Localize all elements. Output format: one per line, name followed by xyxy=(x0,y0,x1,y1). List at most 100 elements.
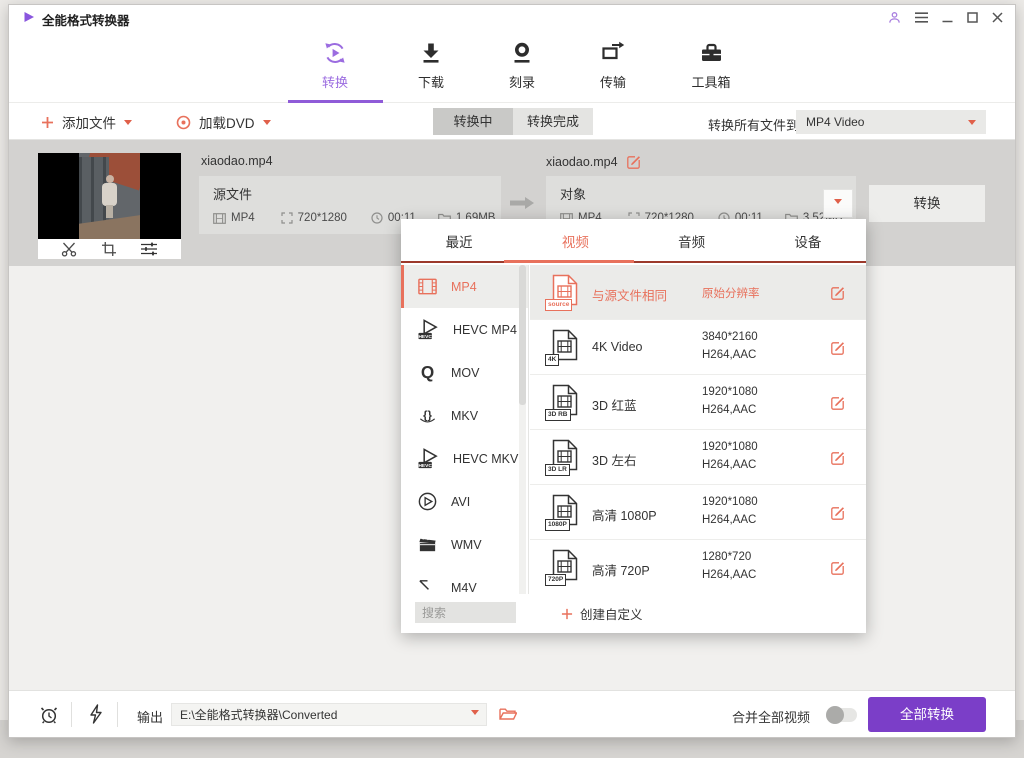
format-item-mov[interactable]: Q MOV xyxy=(401,351,528,394)
format-item-wmv[interactable]: WMV xyxy=(401,523,528,566)
convert-all-button[interactable]: 全部转换 xyxy=(868,697,986,732)
toolbar: 添加文件 加载DVD 转换中 转换完成 转换所有文件到: MP4 Video xyxy=(9,103,1015,140)
thumbnail-image xyxy=(38,153,181,239)
output-label: 输出 xyxy=(137,707,163,726)
preset-resolution: 3840*2160 xyxy=(702,331,758,343)
create-custom-button[interactable]: 创建自定义 xyxy=(561,604,643,623)
preset-codec: H264,AAC xyxy=(702,569,756,581)
nav-label: 传输 xyxy=(600,72,626,91)
format-dropdown-button[interactable] xyxy=(823,189,853,218)
trim-scissors-icon[interactable] xyxy=(61,242,78,257)
preset-codec: H264,AAC xyxy=(702,514,756,526)
preset-name: 与源文件相同 xyxy=(592,285,667,304)
format-item-hevc-mkv[interactable]: HEVC HEVC MKV xyxy=(401,437,528,480)
menu-icon[interactable] xyxy=(915,12,928,23)
nav-label: 下载 xyxy=(418,72,444,91)
create-custom-label: 创建自定义 xyxy=(580,604,643,623)
svg-text:{}: {} xyxy=(423,409,432,421)
add-file-button[interactable]: 添加文件 xyxy=(41,112,132,132)
clapperboard-icon xyxy=(417,534,438,555)
preset-file-icon: 4K xyxy=(549,329,579,365)
nav-tab-toolbox[interactable]: 工具箱 xyxy=(691,40,730,91)
load-dvd-button[interactable]: 加载DVD xyxy=(176,112,271,132)
app-title: 全能格式转换器 xyxy=(42,10,130,29)
panel-tab-audio[interactable]: 音频 xyxy=(634,219,750,263)
panel-tab-device[interactable]: 设备 xyxy=(750,219,866,263)
preset-hd-720p[interactable]: 720P 高清 720P 1280*720 H264,AAC xyxy=(530,540,866,594)
preset-3d-red-blue[interactable]: 3D RB 3D 红蓝 1920*1080 H264,AAC xyxy=(530,375,866,430)
edit-preset-icon[interactable] xyxy=(830,395,845,410)
nav-tab-burn[interactable]: 刻录 xyxy=(509,40,535,91)
preset-name: 3D 红蓝 xyxy=(592,395,636,414)
svg-text:HEVC: HEVC xyxy=(418,463,432,469)
nav-label: 转换 xyxy=(322,72,348,91)
source-format: MP4 xyxy=(213,212,255,224)
edit-preset-icon[interactable] xyxy=(830,340,845,355)
nav-tab-convert[interactable]: 转换 xyxy=(322,40,348,91)
edit-preset-icon[interactable] xyxy=(830,285,845,300)
tab-converting[interactable]: 转换中 xyxy=(433,108,513,135)
output-path-input[interactable] xyxy=(171,703,487,726)
chevron-down-icon xyxy=(263,120,271,129)
separator xyxy=(117,702,118,727)
minimize-icon[interactable] xyxy=(942,12,953,23)
format-item-mp4[interactable]: MP4 xyxy=(401,265,528,308)
account-icon[interactable] xyxy=(888,11,901,24)
preset-badge: 720P xyxy=(545,574,566,586)
source-file-name: xiaodao.mp4 xyxy=(201,154,273,168)
rename-edit-icon[interactable] xyxy=(626,154,641,169)
output-format-value: MP4 Video xyxy=(806,115,864,129)
arrow-right-icon xyxy=(509,196,535,210)
tab-finished[interactable]: 转换完成 xyxy=(513,108,593,135)
edit-preset-icon[interactable] xyxy=(830,450,845,465)
format-item-mkv[interactable]: {} MKV xyxy=(401,394,528,437)
high-speed-bolt-icon[interactable] xyxy=(89,704,103,724)
toggle-knob[interactable] xyxy=(826,706,844,724)
format-item-hevc-mp4[interactable]: HEVC HEVC MP4 xyxy=(401,308,528,351)
convert-icon xyxy=(322,40,348,66)
preset-file-icon: 3D RB xyxy=(549,384,579,420)
film-icon xyxy=(213,213,226,224)
output-path-field xyxy=(171,703,487,726)
panel-tab-video[interactable]: 视频 xyxy=(517,219,633,263)
open-folder-icon[interactable] xyxy=(499,707,517,721)
load-dvd-label: 加载DVD xyxy=(199,112,255,132)
search-input[interactable] xyxy=(415,602,516,623)
nav-tab-download[interactable]: 下载 xyxy=(418,40,444,91)
preset-name: 3D 左右 xyxy=(592,450,636,469)
video-thumbnail xyxy=(38,153,181,259)
convert-row-button[interactable]: 转换 xyxy=(869,185,985,222)
preset-file-icon: 3D LR xyxy=(549,439,579,475)
merge-toggle[interactable] xyxy=(826,708,857,722)
nav-tab-transfer[interactable]: 传输 xyxy=(600,40,626,91)
close-icon[interactable] xyxy=(992,12,1003,23)
download-icon xyxy=(418,40,444,66)
target-file-name: xiaodao.mp4 xyxy=(546,154,641,169)
edit-preset-icon[interactable] xyxy=(830,505,845,520)
effects-adjust-icon[interactable] xyxy=(140,242,158,256)
preset-hd-1080p[interactable]: 1080P 高清 1080P 1920*1080 H264,AAC xyxy=(530,485,866,540)
format-list-scrollbar[interactable] xyxy=(519,265,526,602)
edit-preset-icon[interactable] xyxy=(830,560,845,575)
app-logo-play-icon xyxy=(23,11,35,23)
output-format-select[interactable]: MP4 Video xyxy=(796,110,986,134)
preset-4k-video[interactable]: 4K 4K Video 3840*2160 H264,AAC xyxy=(530,320,866,375)
preset-list: source 与源文件相同 原始分辨率 4K 4K Video 3840*216… xyxy=(530,265,866,594)
preset-same-as-source[interactable]: source 与源文件相同 原始分辨率 xyxy=(530,265,866,320)
schedule-alarm-icon[interactable] xyxy=(39,705,59,725)
hevc-play-icon: HEVC xyxy=(417,447,440,470)
format-item-avi[interactable]: AVI xyxy=(401,480,528,523)
preset-3d-left-right[interactable]: 3D LR 3D 左右 1920*1080 H264,AAC xyxy=(530,430,866,485)
nav-label: 刻录 xyxy=(509,72,535,91)
panel-tab-recent[interactable]: 最近 xyxy=(401,219,517,263)
chevron-down-icon[interactable] xyxy=(471,710,479,719)
scrollbar-thumb[interactable] xyxy=(519,265,526,405)
desktop: 全能格式转换器 xyxy=(0,0,1024,758)
burn-disc-icon xyxy=(509,40,535,66)
preset-resolution: 1920*1080 xyxy=(702,386,758,398)
preset-codec: H264,AAC xyxy=(702,404,756,416)
format-list: MP4 HEVC HEVC MP4 Q MOV {} MKV HEVC HEVC… xyxy=(401,265,529,602)
maximize-icon[interactable] xyxy=(967,12,978,23)
titlebar: 全能格式转换器 xyxy=(9,5,1015,29)
crop-icon[interactable] xyxy=(102,242,116,256)
